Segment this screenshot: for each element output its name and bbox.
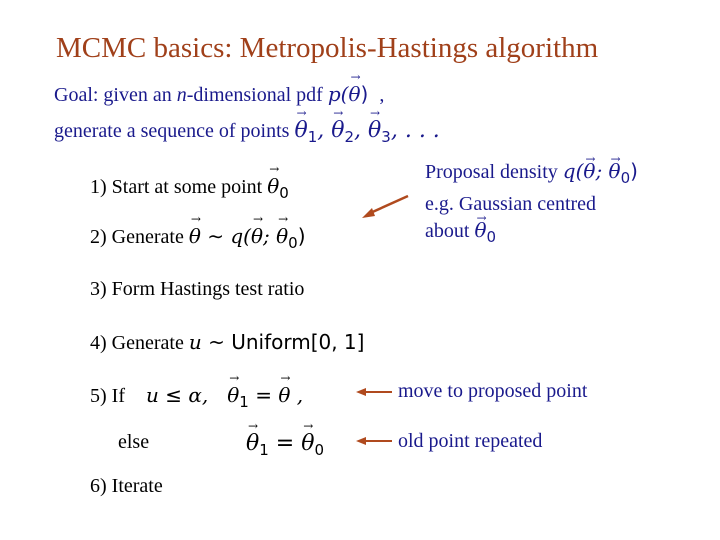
move-annotation: move to proposed point	[398, 380, 588, 402]
pointer-arrow-icon	[356, 194, 409, 445]
old-point-annotation: old point repeated	[398, 430, 543, 452]
